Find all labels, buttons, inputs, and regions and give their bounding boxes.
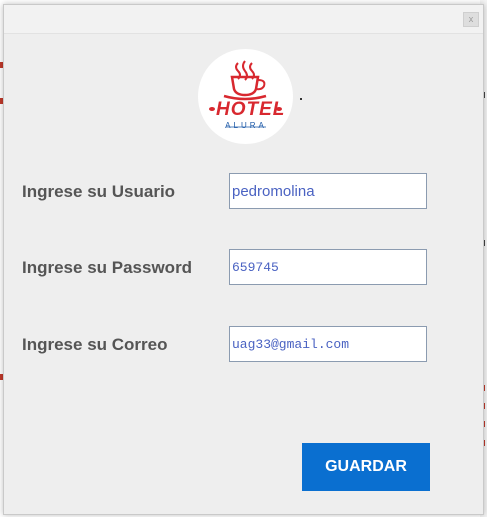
logo-brand-text: HOTEL <box>216 99 286 120</box>
password-input[interactable] <box>229 249 427 285</box>
user-registration-dialog: x HOTEL ALURA Ingrese su Usuario Ingrese… <box>3 4 484 515</box>
usuario-label: Ingrese su Usuario <box>22 182 176 201</box>
logo-sub-text: ALURA <box>225 121 267 130</box>
window-titlebar[interactable]: x <box>4 5 483 34</box>
decorative-dot <box>300 98 302 100</box>
correo-label: Ingrese su Correo <box>22 335 168 354</box>
close-icon: x <box>468 14 474 24</box>
hotel-alura-logo: HOTEL ALURA <box>198 49 293 144</box>
close-button[interactable]: x <box>463 12 479 27</box>
guardar-button[interactable]: GUARDAR <box>302 443 430 491</box>
password-label: Ingrese su Password <box>22 258 193 277</box>
correo-input[interactable] <box>229 326 427 362</box>
usuario-input[interactable] <box>229 173 427 209</box>
